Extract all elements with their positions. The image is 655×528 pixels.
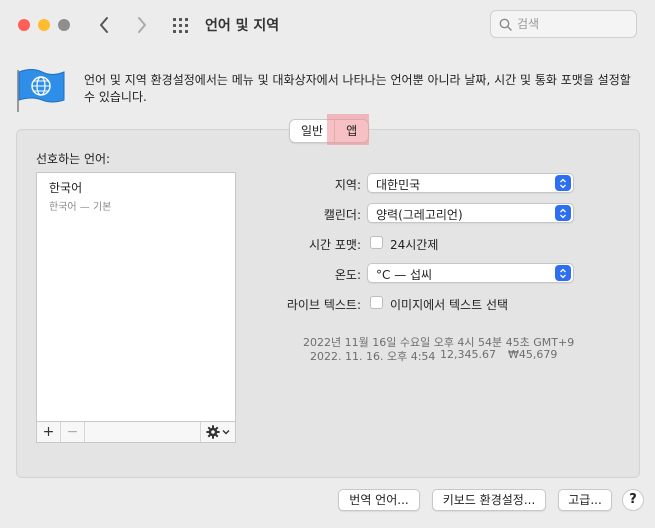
pane-description: 언어 및 지역 환경설정에서는 메뉴 및 대화상자에서 나타나는 언어뿐 아니라… bbox=[84, 73, 631, 104]
list-item[interactable]: 한국어 한국어 — 기본 bbox=[49, 179, 111, 213]
tab-apps[interactable]: 앱 bbox=[327, 114, 370, 145]
preferred-languages-label: 선호하는 언어: bbox=[36, 152, 111, 166]
help-button[interactable]: ? bbox=[622, 489, 644, 511]
language-subtitle: 한국어 — 기본 bbox=[49, 202, 112, 213]
language-options-button[interactable] bbox=[200, 422, 235, 442]
calendar-popup[interactable]: 양력(그레고리언) bbox=[367, 203, 574, 223]
region-label: 지역: bbox=[334, 178, 361, 192]
sample-number: 12,345.67 bbox=[440, 348, 496, 361]
forward-button[interactable] bbox=[129, 12, 155, 38]
keyboard-preferences-button[interactable]: 키보드 환경설정... bbox=[432, 489, 546, 511]
temperature-label: 온도: bbox=[334, 268, 361, 282]
calendar-value: 양력(그레고리언) bbox=[376, 208, 463, 222]
search-icon bbox=[499, 18, 512, 31]
region-value: 대한민국 bbox=[376, 178, 421, 192]
live-text-checkbox[interactable] bbox=[370, 296, 383, 309]
back-button[interactable] bbox=[91, 12, 117, 38]
window-title: 언어 및 지역 bbox=[205, 18, 280, 34]
live-text-label: 라이브 텍스트: bbox=[286, 298, 361, 312]
translation-language-button[interactable]: 번역 언어... bbox=[338, 489, 420, 511]
popup-arrows-icon bbox=[555, 175, 571, 191]
chevron-left-icon bbox=[100, 17, 108, 33]
language-name: 한국어 bbox=[49, 181, 83, 195]
show-all-grid-icon[interactable] bbox=[172, 17, 190, 35]
chevron-down-icon bbox=[222, 430, 230, 435]
popup-arrows-icon bbox=[555, 205, 571, 221]
sample-date-short: 2022. 11. 16. 오후 4:54 bbox=[310, 350, 436, 363]
gear-icon bbox=[206, 425, 220, 439]
temperature-popup[interactable]: °C — 섭씨 bbox=[367, 263, 574, 283]
region-popup[interactable]: 대한민국 bbox=[367, 173, 574, 193]
add-language-button[interactable]: + bbox=[37, 422, 61, 442]
advanced-button[interactable]: 고급... bbox=[558, 489, 612, 511]
popup-arrows-icon bbox=[555, 265, 571, 281]
tab-bar: 일반 앱 bbox=[289, 114, 370, 145]
temperature-value: °C — 섭씨 bbox=[376, 268, 433, 282]
calendar-label: 캘린더: bbox=[323, 208, 361, 222]
tab-apps-label: 앱 bbox=[346, 124, 358, 138]
minimize-window-button[interactable] bbox=[38, 19, 50, 31]
sample-currency: ₩45,679 bbox=[508, 348, 558, 361]
time-format-label: 시간 포맷: bbox=[308, 238, 361, 252]
zoom-window-button[interactable] bbox=[58, 19, 70, 31]
24-hour-checkbox[interactable] bbox=[370, 236, 383, 249]
search-input[interactable] bbox=[517, 15, 627, 33]
24-hour-option-label: 24시간제 bbox=[390, 238, 439, 252]
globe-flag-icon bbox=[17, 69, 65, 112]
search-field[interactable] bbox=[490, 10, 637, 38]
close-window-button[interactable] bbox=[18, 19, 30, 31]
live-text-option-label: 이미지에서 텍스트 선택 bbox=[390, 298, 509, 312]
language-list-toolbar: + − bbox=[36, 421, 236, 443]
remove-language-button[interactable]: − bbox=[61, 422, 85, 442]
chevron-right-icon bbox=[138, 17, 146, 33]
